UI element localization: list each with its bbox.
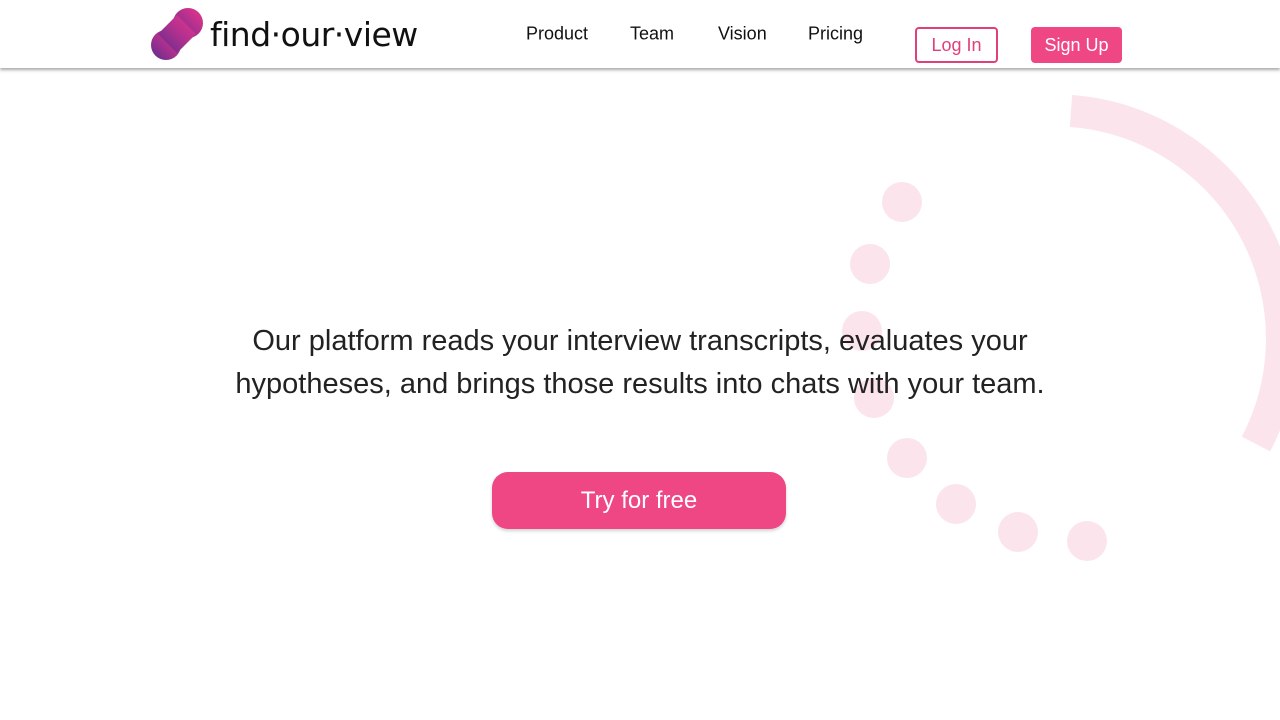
hero-description: Our platform reads your interview transc… bbox=[235, 325, 1045, 400]
decorative-dot bbox=[998, 512, 1038, 552]
nav-team-link[interactable]: Team bbox=[630, 24, 674, 45]
nav-vision-link[interactable]: Vision bbox=[718, 24, 767, 45]
nav-pricing-link[interactable]: Pricing bbox=[808, 24, 863, 45]
top-navbar: find·our·view Product Team Vision Pricin… bbox=[0, 0, 1280, 68]
decorative-dot bbox=[887, 438, 927, 478]
decorative-dot bbox=[936, 484, 976, 524]
try-for-free-button[interactable]: Try for free bbox=[492, 472, 786, 529]
signup-button[interactable]: Sign Up bbox=[1031, 27, 1122, 63]
decorative-dot bbox=[882, 182, 922, 222]
decorative-dot bbox=[850, 244, 890, 284]
logo-blob-icon bbox=[151, 8, 203, 60]
brand-logo[interactable]: find·our·view bbox=[150, 6, 418, 62]
decorative-dot bbox=[1067, 521, 1107, 561]
brand-wordmark: find·our·view bbox=[210, 14, 418, 54]
decorative-arc bbox=[1069, 95, 1280, 452]
nav-product-link[interactable]: Product bbox=[526, 24, 588, 45]
login-button[interactable]: Log In bbox=[915, 27, 998, 63]
